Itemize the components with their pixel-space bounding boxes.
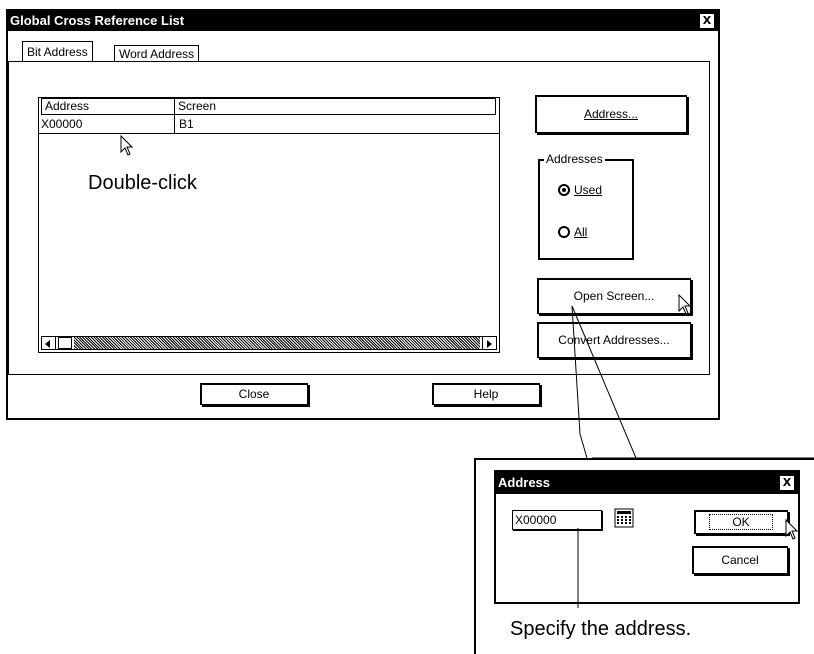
column-header-address[interactable]: Address (41, 98, 175, 115)
table-row[interactable]: X00000 B1 (39, 115, 499, 134)
scroll-left-icon[interactable] (42, 337, 56, 349)
help-button[interactable]: Help (432, 383, 540, 405)
address-button[interactable]: Address... (535, 95, 687, 133)
cell-address: X00000 (41, 117, 83, 131)
close-icon[interactable]: X (700, 14, 714, 28)
ok-button[interactable]: OK (694, 510, 788, 534)
address-dialog-inner: Address X OK Cancel (494, 470, 800, 604)
scroll-right-icon[interactable] (482, 337, 496, 349)
addresses-group-label: Addresses (544, 152, 605, 166)
close-button[interactable]: Close (200, 383, 308, 405)
specify-address-annotation: Specify the address. (510, 618, 692, 640)
radio-used-label: Used (574, 183, 603, 197)
scroll-track[interactable] (74, 337, 480, 349)
tab-bit-address[interactable]: Bit Address (22, 41, 93, 61)
convert-addresses-button[interactable]: Convert Addresses... (537, 322, 691, 358)
cross-reference-list: Address Screen X00000 B1 (38, 97, 500, 353)
dialog-title-bar: Global Cross Reference List X (8, 11, 718, 31)
horizontal-scrollbar[interactable] (41, 336, 497, 350)
address-button-label: Address... (583, 107, 639, 121)
column-header-screen[interactable]: Screen (174, 98, 496, 115)
addresses-group: Addresses Used All (538, 152, 634, 260)
close-icon[interactable]: X (780, 476, 794, 490)
keypad-icon[interactable] (614, 508, 634, 528)
scroll-thumb[interactable] (58, 337, 72, 349)
address-dialog-title: Address (498, 475, 551, 490)
radio-used[interactable]: Used (558, 183, 602, 197)
radio-all[interactable]: All (558, 225, 587, 239)
radio-all-indicator (558, 226, 570, 238)
address-input[interactable] (512, 510, 602, 530)
dialog-title: Global Cross Reference List (10, 13, 185, 28)
address-dialog-title-bar: Address X (496, 472, 798, 494)
open-screen-button[interactable]: Open Screen... (537, 278, 691, 314)
ok-button-label: OK (709, 514, 773, 530)
global-cross-reference-dialog: Global Cross Reference List X Bit Addres… (6, 9, 720, 420)
tab-word-address[interactable]: Word Address (114, 45, 200, 61)
double-click-annotation: Double-click (88, 172, 197, 194)
help-button-label: Help (473, 387, 499, 401)
radio-all-label: All (574, 225, 588, 239)
radio-used-indicator (558, 184, 570, 196)
cell-divider (174, 115, 175, 133)
cancel-button[interactable]: Cancel (692, 546, 788, 574)
cell-screen: B1 (179, 117, 194, 131)
